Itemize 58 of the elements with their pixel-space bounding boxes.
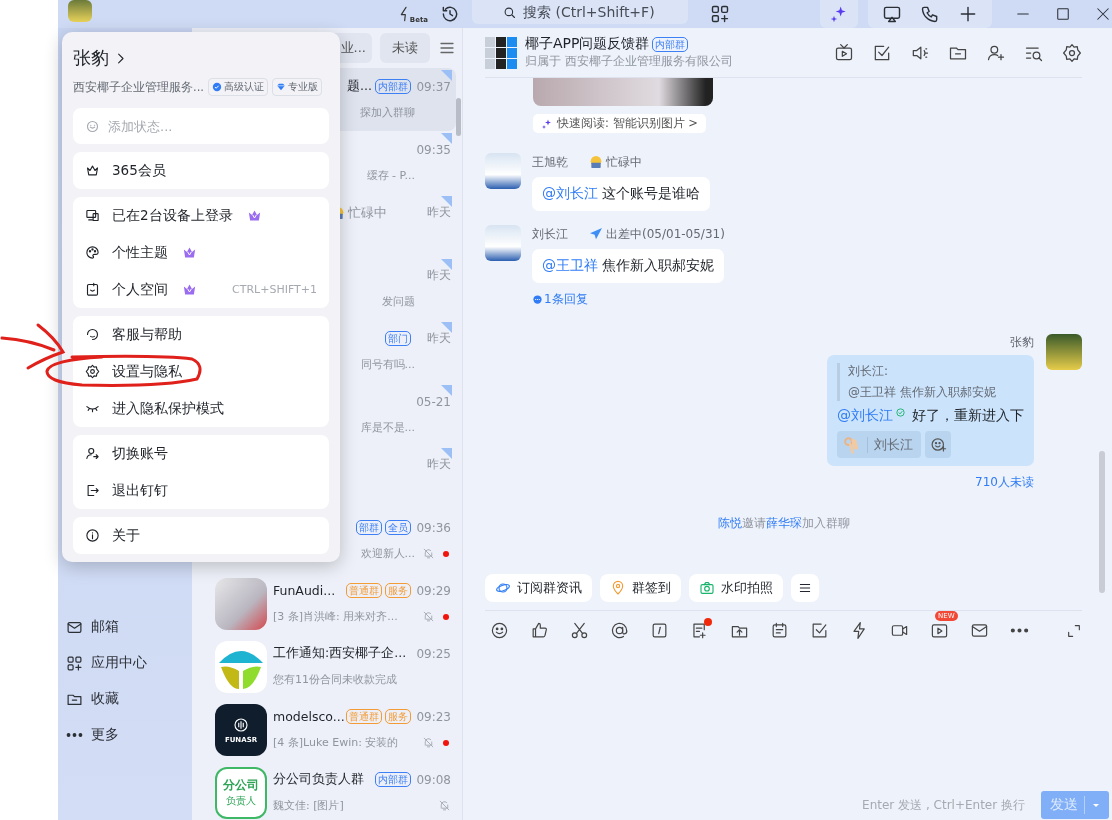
tag: 部门 — [385, 331, 411, 346]
certification-badge: 专业版 — [271, 78, 322, 96]
send-hint: Enter 发送 , Ctrl+Enter 换行 — [862, 796, 1025, 814]
conversation-title: 题... — [347, 78, 372, 95]
message-preview: 探加入群聊 — [360, 105, 415, 120]
message-text: 这个账号是谁哈 — [602, 185, 700, 203]
tag: 服务 — [385, 583, 411, 598]
message-preview: 同号有吗... — [360, 357, 415, 372]
tag: 服务 — [385, 709, 411, 724]
sender-name: 刘长江 — [532, 225, 568, 243]
quote-author: 刘长江: — [848, 363, 890, 380]
message-preview: 欢迎新人... — [360, 546, 415, 561]
tag: 全员 — [385, 520, 411, 535]
message-preview: 您有11份合同未收款完成 — [273, 672, 397, 687]
time-text: 昨天 — [426, 330, 451, 347]
time-text: 09:36 — [415, 520, 451, 535]
message-text: 好了，重新进入下 — [912, 407, 1024, 425]
certification-badge: 高级认证 — [207, 78, 268, 96]
time-text: 05-21 — [415, 394, 451, 409]
company-name: 西安椰子企业管理服务... — [73, 79, 204, 95]
conversation-title: FunAudi... — [273, 583, 336, 598]
status-text: 出差中(05/01-05/31) — [606, 225, 725, 243]
conversation-title: 分公司负责人群 — [273, 771, 364, 788]
message-text: 焦作新入职郝安妮 — [602, 257, 714, 275]
tag: 普通群 — [346, 709, 382, 724]
system-message: 陈悦邀请薛华琛加入群聊 — [717, 515, 850, 532]
message-preview: [3 条]肖洪峰: 用来对齐... — [273, 609, 398, 624]
time-text: 昨天 — [426, 456, 451, 473]
time-text: 昨天 — [426, 267, 451, 284]
quote-text: @王卫祥 焦作新入职郝安妮 — [848, 384, 996, 401]
tag: 内部群 — [652, 36, 689, 52]
tag: 内部群 — [375, 772, 411, 787]
time-text: 09:25 — [415, 646, 451, 661]
status-text: 忙碌中 — [348, 203, 387, 222]
tag: 普通群 — [346, 583, 382, 598]
time-text: 09:29 — [415, 583, 451, 598]
time-text: 09:08 — [415, 772, 451, 787]
time-text: 09:23 — [415, 709, 451, 724]
message-preview: 缓存 - P... — [366, 168, 415, 183]
avatar-text: 分公司 — [223, 777, 259, 794]
shortcut-text: CTRL+SHIFT+1 — [232, 283, 317, 296]
sender-name: 张豹 — [1010, 334, 1034, 351]
tag: 部群 — [356, 520, 382, 535]
time-text: 昨天 — [426, 204, 451, 221]
tag: 内部群 — [375, 79, 411, 94]
time-text: 09:37 — [415, 79, 451, 94]
status-text: 忙碌中 — [606, 153, 642, 171]
conversation-title: 工作通知:西安椰子企... — [273, 645, 407, 662]
message-preview: 发问题 — [382, 294, 415, 309]
message-preview: 库是不是... — [360, 420, 415, 435]
conversation-title: modelsco... — [273, 709, 345, 724]
chat-title: 椰子APP问题反馈群 — [525, 35, 650, 53]
avatar-text: 负责人 — [226, 794, 256, 808]
message-preview: [4 条]Luke Ewin: 安装的 — [273, 735, 399, 750]
time-text: 09:35 — [415, 142, 451, 157]
chat-subtitle: 归属于 西安椰子企业管理服务有限公司 — [525, 53, 733, 70]
sender-name: 王旭乾 — [532, 153, 568, 171]
message-preview: 魏文佳: [图片] — [273, 798, 344, 813]
